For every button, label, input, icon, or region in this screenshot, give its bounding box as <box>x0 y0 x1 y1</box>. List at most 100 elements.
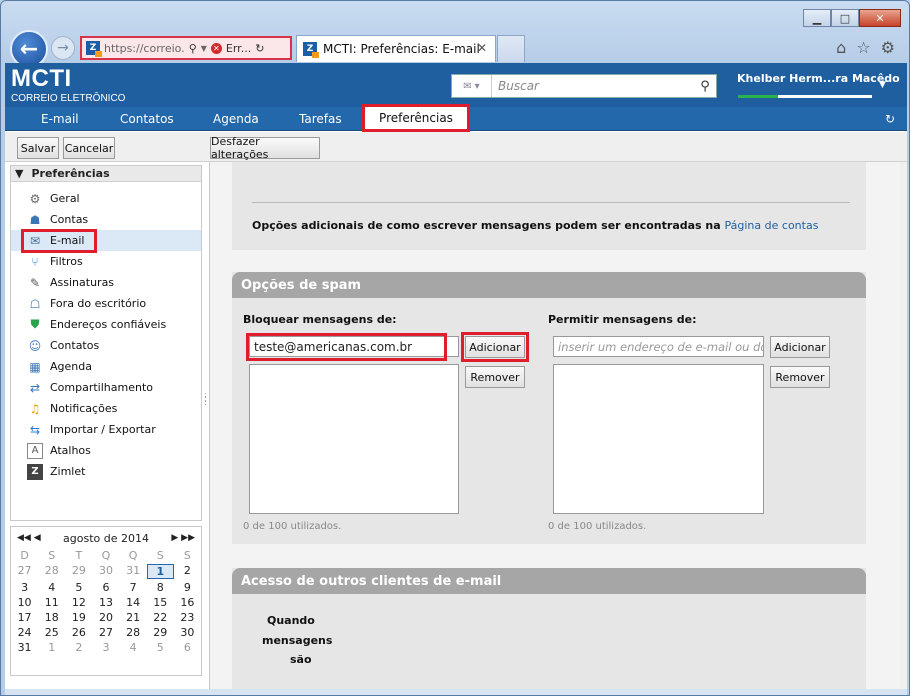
calendar-day[interactable]: 24 <box>11 626 38 639</box>
allow-add-button[interactable]: Adicionar <box>770 336 830 358</box>
new-tab-button[interactable] <box>497 35 525 62</box>
dropdown-icon[interactable]: ▼ <box>201 44 207 53</box>
calendar-day[interactable]: 27 <box>11 564 38 579</box>
close-button[interactable]: ✕ <box>859 9 901 27</box>
calendar-day[interactable]: 31 <box>11 641 38 654</box>
allow-email-input[interactable]: inserir um endereço de e-mail ou do <box>553 336 764 357</box>
calendar-day[interactable]: 26 <box>65 626 92 639</box>
calendar-day[interactable]: 21 <box>120 611 147 624</box>
calendar-day[interactable]: 6 <box>174 641 201 654</box>
tab-contacts[interactable]: Contatos <box>120 112 174 126</box>
calendar-day[interactable]: 29 <box>65 564 92 579</box>
calendar-day[interactable]: 28 <box>38 564 65 579</box>
sidebar-item-fora-do-escritorio[interactable]: ☖ Fora do escritório <box>11 293 201 314</box>
allowed-list[interactable] <box>553 364 764 514</box>
calendar-day[interactable]: 19 <box>65 611 92 624</box>
close-tab-icon[interactable]: ✕ <box>477 41 487 55</box>
calendar-day[interactable]: 30 <box>92 564 119 579</box>
search-input[interactable]: Buscar <box>492 79 694 93</box>
calendar-day[interactable]: 11 <box>38 596 65 609</box>
maximize-button[interactable]: □ <box>831 9 859 27</box>
site-favicon-icon: Z <box>86 41 102 57</box>
calendar-day-header: S <box>183 549 191 562</box>
search-icon[interactable]: ⚲ <box>189 42 197 55</box>
calendar-day[interactable]: 8 <box>147 581 174 594</box>
sidebar-item-contas[interactable]: ☗ Contas <box>11 209 201 230</box>
settings-gear-icon[interactable]: ⚙ <box>881 38 895 57</box>
block-remove-button[interactable]: Remover <box>465 366 525 388</box>
forward-button[interactable]: → <box>51 36 75 60</box>
sidebar-item-agenda[interactable]: ▦ Agenda <box>11 356 201 377</box>
refresh-icon[interactable]: ↻ <box>885 112 895 126</box>
sidebar-item-filtros[interactable]: ⑂ Filtros <box>11 251 201 272</box>
sidebar-item-atalhos[interactable]: A Atalhos <box>11 440 201 461</box>
calendar-day[interactable]: 7 <box>120 581 147 594</box>
calendar-day[interactable]: 2 <box>65 641 92 654</box>
browser-tab-active[interactable]: Z MCTI: Preferências: E-mail ✕ <box>296 35 496 62</box>
calendar-day[interactable]: 6 <box>92 581 119 594</box>
calendar-day[interactable]: 27 <box>92 626 119 639</box>
minimize-button[interactable]: ▁ <box>803 9 831 27</box>
save-button[interactable]: Salvar <box>17 137 59 159</box>
tab-calendar[interactable]: Agenda <box>213 112 259 126</box>
accounts-page-link[interactable]: Página de contas <box>725 219 819 232</box>
user-name[interactable]: Khelber Herm...ra Macêdo <box>737 72 900 85</box>
allow-remove-button[interactable]: Remover <box>770 366 830 388</box>
calendar-day[interactable]: 4 <box>38 581 65 594</box>
sidebar-item-enderecos-confiaveis[interactable]: ⛊ Endereços confiáveis <box>11 314 201 335</box>
address-bar[interactable]: Z https://correio. ⚲ ▼ ✕ Err... ↻ <box>80 36 292 60</box>
tab-email[interactable]: E-mail <box>41 112 79 126</box>
calendar-day[interactable]: 13 <box>92 596 119 609</box>
calendar-day-header: Q <box>101 549 111 562</box>
favorites-star-icon[interactable]: ☆ <box>856 38 870 57</box>
calendar-day[interactable]: 25 <box>38 626 65 639</box>
undo-changes-button[interactable]: Desfazer alterações <box>210 135 320 161</box>
calendar-day[interactable]: 31 <box>120 564 147 579</box>
calendar-day[interactable]: 20 <box>92 611 119 624</box>
calendar-day[interactable]: 23 <box>174 611 201 624</box>
search-type-selector[interactable]: ✉ ▾ <box>452 75 492 97</box>
calendar-day[interactable]: 29 <box>147 626 174 639</box>
calendar-day[interactable]: 28 <box>120 626 147 639</box>
calendar-day[interactable]: 18 <box>38 611 65 624</box>
sidebar-item-assinaturas[interactable]: ✎ Assinaturas <box>11 272 201 293</box>
calendar-next-nav[interactable]: ▶ ▶▶ <box>171 533 195 543</box>
sidebar-item-contatos[interactable]: ☺ Contatos <box>11 335 201 356</box>
calendar-day[interactable]: 12 <box>65 596 92 609</box>
search-box[interactable]: ✉ ▾ Buscar ⚲ <box>451 74 717 98</box>
calendar-day[interactable]: 1 <box>38 641 65 654</box>
sidebar-item-importar-exportar[interactable]: ⇆ Importar / Exportar <box>11 419 201 440</box>
calendar-day[interactable]: 1 <box>146 564 174 579</box>
sidebar-item-compartilhamento[interactable]: ⇄ Compartilhamento <box>11 377 201 398</box>
blocked-list[interactable] <box>249 364 459 514</box>
content-scrollbar[interactable] <box>900 162 907 689</box>
tab-tasks[interactable]: Tarefas <box>299 112 342 126</box>
calendar-day[interactable]: 10 <box>11 596 38 609</box>
sidebar-item-geral[interactable]: ⚙ Geral <box>11 188 201 209</box>
calendar-day[interactable]: 15 <box>147 596 174 609</box>
sidebar-item-zimlet[interactable]: Z Zimlet <box>11 461 201 482</box>
search-icon[interactable]: ⚲ <box>694 79 716 94</box>
calendar-day[interactable]: 2 <box>174 564 201 579</box>
calendar-day[interactable]: 30 <box>174 626 201 639</box>
calendar-day[interactable]: 14 <box>120 596 147 609</box>
calendar-day[interactable]: 3 <box>92 641 119 654</box>
calendar-day[interactable]: 17 <box>11 611 38 624</box>
collapse-triangle-icon[interactable]: ▼ <box>15 167 23 180</box>
sidebar-item-notificacoes[interactable]: ♫ Notificações <box>11 398 201 419</box>
calendar-day[interactable]: 5 <box>65 581 92 594</box>
home-icon[interactable]: ⌂ <box>836 38 846 57</box>
calendar-day[interactable]: 4 <box>120 641 147 654</box>
refresh-icon[interactable]: ↻ <box>255 42 264 55</box>
calendar-prev-nav[interactable]: ◀◀ ◀ <box>17 533 41 543</box>
cancel-button[interactable]: Cancelar <box>63 137 115 159</box>
sidebar-header[interactable]: ▼ Preferências <box>11 166 201 182</box>
calendar-day[interactable]: 16 <box>174 596 201 609</box>
sidebar-splitter[interactable]: ::: <box>204 391 208 407</box>
calendar-day[interactable]: 5 <box>147 641 174 654</box>
user-menu-chevron-icon[interactable]: ▼ <box>879 80 886 90</box>
tab-preferences[interactable]: Preferências <box>362 104 470 132</box>
calendar-day[interactable]: 22 <box>147 611 174 624</box>
calendar-day[interactable]: 9 <box>174 581 201 594</box>
calendar-day[interactable]: 3 <box>11 581 38 594</box>
